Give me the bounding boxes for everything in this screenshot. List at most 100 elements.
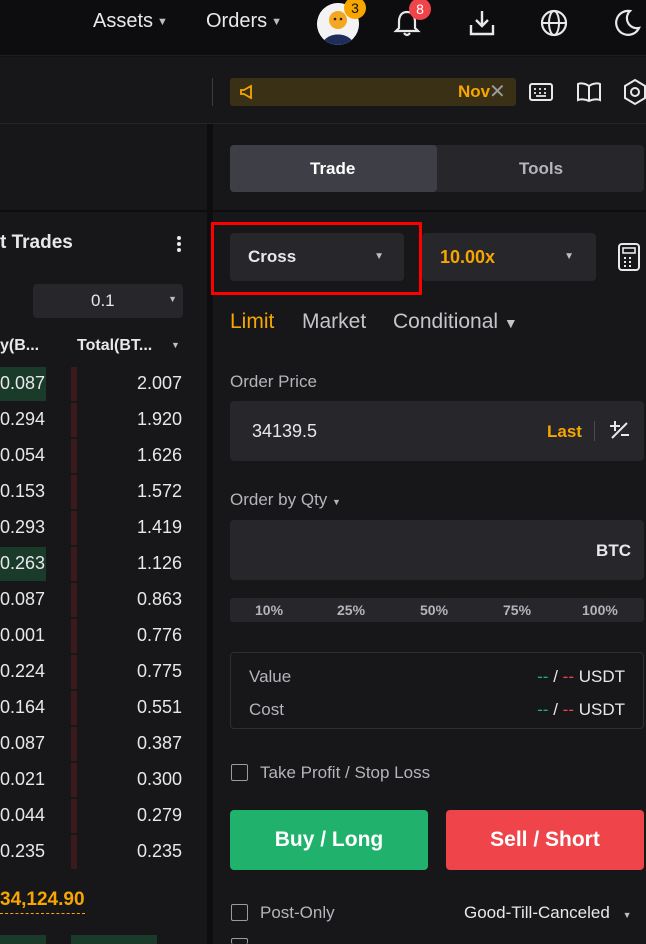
- caret-down-icon: ▼: [503, 315, 518, 331]
- order-type-market[interactable]: Market: [302, 310, 366, 334]
- moon-icon[interactable]: [608, 4, 646, 42]
- percent-50[interactable]: 50%: [420, 602, 448, 618]
- value-dash-green: --: [537, 667, 549, 686]
- row-total: 1.920: [136, 409, 182, 429]
- last-price-button[interactable]: Last: [547, 422, 582, 442]
- order-type-conditional[interactable]: Conditional ▼: [393, 310, 518, 334]
- percent-100[interactable]: 100%: [582, 602, 618, 618]
- chart-area-edge: [0, 124, 207, 212]
- row-qty: 0.293: [0, 517, 46, 537]
- depth-bar: [71, 763, 77, 797]
- order-type-limit[interactable]: Limit: [230, 310, 274, 334]
- order-book-row[interactable]: 0.054 1.626: [0, 439, 207, 475]
- row-total: 0.235: [136, 841, 182, 861]
- plus-minus-icon[interactable]: [608, 419, 630, 446]
- order-qty-input[interactable]: BTC: [230, 520, 644, 580]
- post-only-checkbox[interactable]: [231, 904, 248, 921]
- time-in-force-select[interactable]: Good-Till-Canceled ▼: [464, 903, 631, 923]
- row-qty: 0.235: [0, 841, 46, 861]
- order-book-row[interactable]: 0.293 1.419: [0, 511, 207, 547]
- order-qty-label[interactable]: Order by Qty ▼: [230, 490, 341, 510]
- input-divider: [594, 421, 595, 441]
- calculator-icon[interactable]: [617, 242, 641, 277]
- buy-long-button[interactable]: Buy / Long: [230, 810, 428, 870]
- announcement-banner[interactable]: Nov ✕: [230, 78, 516, 106]
- book-icon[interactable]: [576, 80, 602, 109]
- order-book-row[interactable]: 0.021 0.300: [0, 763, 207, 799]
- order-book-row[interactable]: 0.224 0.775: [0, 655, 207, 691]
- tab-tools[interactable]: Tools: [519, 159, 563, 179]
- order-book-row[interactable]: 0.235 0.235: [0, 835, 207, 871]
- caret-down-icon: ▼: [622, 910, 632, 920]
- last-price[interactable]: 34,124.90: [0, 889, 85, 914]
- order-book-row[interactable]: 0.044 0.279: [0, 799, 207, 835]
- precision-select[interactable]: 0.1 ▼: [33, 284, 183, 318]
- reduce-only-checkbox[interactable]: [231, 938, 248, 944]
- settings-icon[interactable]: [622, 78, 646, 111]
- orders-label: Orders: [206, 10, 268, 32]
- order-book-row[interactable]: 0.153 1.572: [0, 475, 207, 511]
- order-book-row[interactable]: 0.294 1.920: [0, 403, 207, 439]
- value-dash-red: --: [562, 667, 574, 686]
- sort-caret-icon[interactable]: ▼: [171, 340, 180, 350]
- order-summary: Value -- / -- USDT Cost -- / -- USDT: [230, 652, 644, 729]
- leverage-value: 10.00x: [440, 247, 496, 267]
- notifications-badge: 8: [409, 0, 431, 20]
- order-book-row[interactable]: 0.087 2.007: [0, 367, 207, 403]
- row-qty: 0.263: [0, 553, 46, 573]
- percent-25[interactable]: 25%: [337, 602, 365, 618]
- row-total: 0.863: [136, 589, 182, 609]
- caret-down-icon: ▼: [271, 15, 283, 28]
- row-qty: 0.001: [0, 625, 46, 645]
- value-currency: USDT: [578, 667, 625, 686]
- qty-column-header[interactable]: y(B...: [0, 337, 39, 355]
- order-qty-label-text: Order by Qty: [230, 490, 328, 509]
- order-book-row[interactable]: 0.263 1.126: [0, 547, 207, 583]
- row-qty: 0.224: [0, 661, 46, 681]
- order-book-row[interactable]: 0.087 0.387: [0, 727, 207, 763]
- row-qty: 0.164: [0, 697, 46, 717]
- total-column-header[interactable]: Total(BT...: [77, 337, 152, 355]
- bid-depth-partial: [71, 935, 157, 944]
- sell-short-button[interactable]: Sell / Short: [446, 810, 644, 870]
- row-total: 0.279: [136, 805, 182, 825]
- row-qty: 0.054: [0, 445, 46, 465]
- leverage-select[interactable]: 10.00x ▼: [422, 233, 596, 281]
- percent-10[interactable]: 10%: [255, 602, 283, 618]
- tab-trade-label: Trade: [310, 159, 356, 178]
- close-icon[interactable]: ✕: [489, 79, 506, 104]
- assets-menu[interactable]: Assets ▼: [93, 10, 168, 33]
- order-book-title[interactable]: t Trades: [0, 232, 73, 254]
- megaphone-icon: [238, 82, 258, 107]
- post-only-label: Post-Only: [260, 903, 335, 922]
- conditional-label: Conditional: [393, 310, 499, 333]
- more-vertical-icon[interactable]: [171, 234, 187, 254]
- orders-menu[interactable]: Orders ▼: [206, 10, 282, 33]
- row-qty: 0.021: [0, 769, 46, 789]
- order-price-input[interactable]: 34139.5 Last: [230, 401, 644, 461]
- row-total: 1.626: [136, 445, 182, 465]
- qty-percent-slider[interactable]: 10% 25% 50% 75% 100%: [230, 598, 644, 622]
- depth-bar: [71, 835, 77, 869]
- top-nav: Assets ▼ Orders ▼ 3 8: [0, 0, 646, 56]
- cost-currency: USDT: [578, 700, 625, 719]
- depth-bar: [71, 547, 77, 581]
- cost-amount: -- / -- USDT: [537, 700, 625, 720]
- globe-icon[interactable]: [535, 4, 573, 42]
- row-total: 0.775: [136, 661, 182, 681]
- value-amount: -- / -- USDT: [537, 667, 625, 687]
- value-slash: /: [553, 667, 558, 686]
- tpsl-label: Take Profit / Stop Loss: [260, 763, 431, 782]
- order-book-row[interactable]: 0.001 0.776: [0, 619, 207, 655]
- depth-bar: [71, 439, 77, 473]
- keyboard-icon[interactable]: [528, 80, 554, 109]
- percent-75[interactable]: 75%: [503, 602, 531, 618]
- download-icon[interactable]: [463, 4, 501, 42]
- order-book-row[interactable]: 0.087 0.863: [0, 583, 207, 619]
- depth-bar: [71, 691, 77, 725]
- row-total: 0.300: [136, 769, 182, 789]
- depth-bar: [71, 367, 77, 401]
- tpsl-checkbox[interactable]: [231, 764, 248, 781]
- order-book-row[interactable]: 0.164 0.551: [0, 691, 207, 727]
- announcement-text: Nov: [458, 82, 491, 101]
